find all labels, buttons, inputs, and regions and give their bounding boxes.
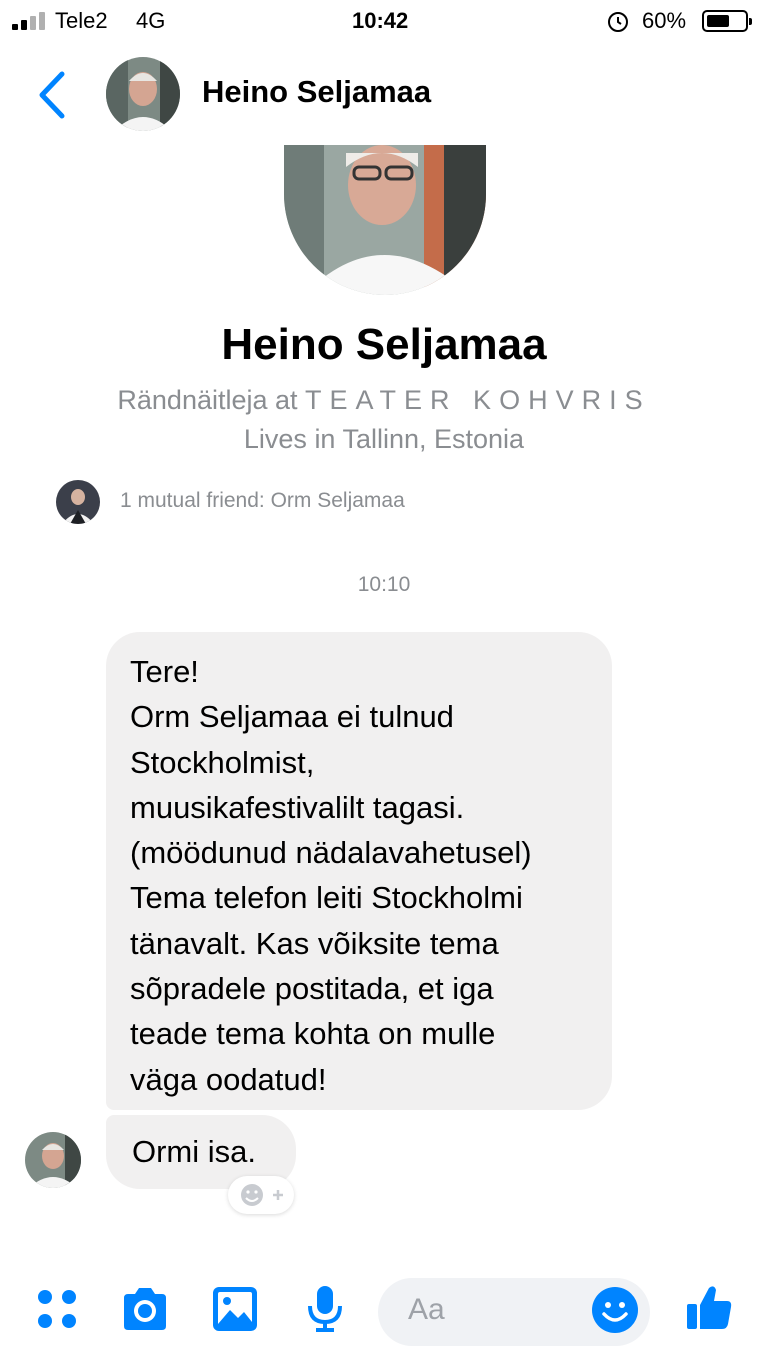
message-line: Orm Seljamaa ei tulnud [130, 699, 454, 735]
profile-name: Heino Seljamaa [221, 320, 547, 369]
thumbs-up-icon[interactable] [684, 1282, 734, 1332]
back-chevron-icon[interactable] [32, 70, 72, 120]
contact-name-header[interactable]: Heino Seljamaa [202, 74, 431, 110]
mutual-friend-avatar [56, 480, 100, 524]
message-text: Ormi isa. [132, 1134, 256, 1169]
mutual-friends-label: 1 mutual friend: Orm Seljamaa [120, 489, 405, 512]
battery-icon [702, 10, 752, 32]
clock: 10:42 [352, 8, 409, 33]
message-timestamp: 10:10 [357, 573, 411, 596]
job-title: Rändnäitleja at [117, 385, 298, 415]
message-line: Tere! [130, 654, 199, 689]
alarm-lock-icon [608, 12, 628, 32]
message-line: sõpradele postitada, et iga [130, 971, 494, 1007]
message-line: teade tema kohta on mulle [130, 1016, 496, 1052]
message-input-placeholder: Aa [408, 1293, 445, 1326]
message-line: muusikafestivalilt tagasi. [130, 789, 465, 825]
network-label: 4G [136, 8, 166, 33]
status-bar: Tele2 4G 10:42 60% [0, 0, 768, 44]
message-line: Stockholmist, [130, 744, 315, 780]
contact-avatar[interactable] [106, 57, 180, 131]
carrier-label: Tele2 [55, 8, 108, 33]
message-bubble[interactable]: Tere! Orm Seljamaa ei tulnud Stockholmis… [106, 632, 612, 1110]
microphone-icon[interactable] [300, 1284, 350, 1334]
camera-icon[interactable] [120, 1284, 170, 1334]
profile-photo [284, 145, 486, 295]
signal-icon [12, 12, 48, 30]
sender-avatar[interactable] [25, 1132, 81, 1188]
battery-percent: 60% [642, 8, 687, 33]
profile-location: Lives in Tallinn, Estonia [243, 424, 525, 454]
message-line: tänavalt. Kas võiksite tema [130, 925, 499, 961]
photo-icon[interactable] [210, 1284, 260, 1334]
job-organization: TEATER KOHVRIS [305, 385, 651, 415]
message-line: Tema telefon leiti Stockholmi [130, 880, 523, 916]
profile-job: Rändnäitleja at TEATER KOHVRIS [0, 385, 768, 416]
menu-dots-icon[interactable] [32, 1284, 82, 1334]
react-emoji-icon[interactable] [228, 1176, 294, 1214]
message-line: (möödunud nädalavahetusel) [130, 835, 532, 871]
emoji-icon[interactable] [590, 1285, 640, 1335]
message-line: väga oodatud! [130, 1061, 327, 1097]
